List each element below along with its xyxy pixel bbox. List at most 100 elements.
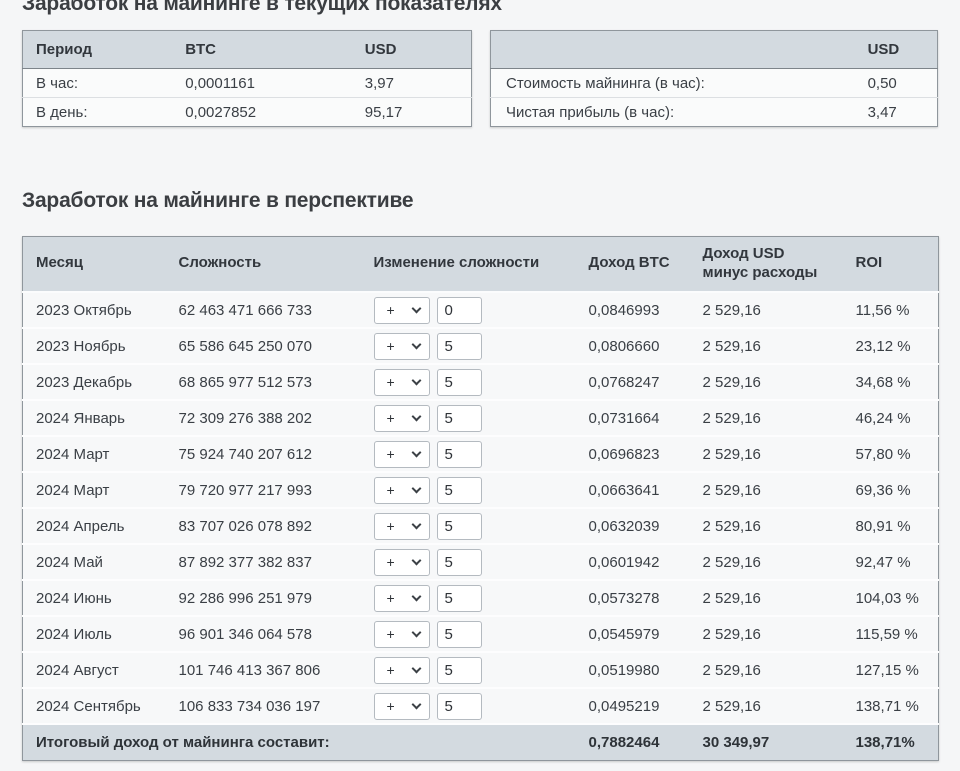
forecast-row: 2024 Август 101 746 413 367 806 + 0,0519…: [23, 652, 939, 688]
difficulty-change-input[interactable]: [437, 369, 482, 396]
difficulty-sign-value: +: [387, 626, 395, 642]
difficulty-change-cell: +: [361, 544, 576, 580]
difficulty-cell: 101 746 413 367 806: [166, 652, 361, 688]
difficulty-sign-select[interactable]: +: [374, 405, 430, 432]
difficulty-sign-value: +: [387, 662, 395, 678]
income-usd-cell: 2 529,16: [690, 328, 843, 364]
difficulty-cell: 87 892 377 382 837: [166, 544, 361, 580]
difficulty-sign-select[interactable]: +: [374, 369, 430, 396]
difficulty-change-input[interactable]: [437, 297, 482, 324]
total-btc: 0,7882464: [576, 724, 690, 760]
difficulty-change-input[interactable]: [437, 585, 482, 612]
difficulty-sign-select[interactable]: +: [374, 441, 430, 468]
difficulty-sign-select[interactable]: +: [374, 693, 430, 720]
difficulty-sign-select[interactable]: +: [374, 477, 430, 504]
income-btc-cell: 0,0632039: [576, 508, 690, 544]
difficulty-sign-select[interactable]: +: [374, 585, 430, 612]
difficulty-sign-value: +: [387, 590, 395, 606]
difficulty-change-input[interactable]: [437, 693, 482, 720]
table-row: Чистая прибыль (в час): 3,47: [491, 98, 938, 127]
difficulty-cell: 62 463 471 666 733: [166, 292, 361, 328]
chevron-down-icon: [411, 520, 421, 530]
difficulty-sign-value: +: [387, 410, 395, 426]
difficulty-cell: 83 707 026 078 892: [166, 508, 361, 544]
col-header-difficulty-change: Изменение сложности: [361, 236, 576, 292]
chevron-down-icon: [411, 448, 421, 458]
col-header-usd: USD: [855, 31, 938, 69]
col-header-usd: USD: [352, 31, 472, 69]
forecast-total-row: Итоговый доход от майнинга составит: 0,7…: [23, 724, 939, 760]
income-btc-cell: 0,0731664: [576, 400, 690, 436]
difficulty-change-cell: +: [361, 472, 576, 508]
chevron-down-icon: [411, 592, 421, 602]
mining-cost-table: USD Стоимость майнинга (в час): 0,50 Чис…: [490, 30, 938, 127]
chevron-down-icon: [411, 700, 421, 710]
month-cell: 2024 Март: [23, 472, 166, 508]
difficulty-cell: 79 720 977 217 993: [166, 472, 361, 508]
month-cell: 2024 Июль: [23, 616, 166, 652]
income-btc-cell: 0,0519980: [576, 652, 690, 688]
difficulty-sign-value: +: [387, 338, 395, 354]
month-cell: 2024 Август: [23, 652, 166, 688]
table-row: В день: 0,0027852 95,17: [23, 98, 472, 127]
chevron-down-icon: [411, 556, 421, 566]
income-btc-cell: 0,0545979: [576, 616, 690, 652]
difficulty-change-input[interactable]: [437, 549, 482, 576]
month-cell: 2023 Ноябрь: [23, 328, 166, 364]
income-btc-cell: 0,0495219: [576, 688, 690, 724]
difficulty-sign-select[interactable]: +: [374, 657, 430, 684]
col-header-period: Период: [23, 31, 173, 69]
difficulty-change-cell: +: [361, 616, 576, 652]
forecast-row: 2024 Июль 96 901 346 064 578 + 0,0545979…: [23, 616, 939, 652]
roi-cell: 57,80 %: [843, 436, 939, 472]
chevron-down-icon: [411, 376, 421, 386]
forecast-row: 2024 Июнь 92 286 996 251 979 + 0,0573278…: [23, 580, 939, 616]
income-usd-cell: 2 529,16: [690, 472, 843, 508]
difficulty-sign-select[interactable]: +: [374, 549, 430, 576]
difficulty-change-cell: +: [361, 328, 576, 364]
income-btc-cell: 0,0573278: [576, 580, 690, 616]
col-header-roi: ROI: [843, 236, 939, 292]
col-header-btc: BTC: [172, 31, 352, 69]
roi-cell: 46,24 %: [843, 400, 939, 436]
income-usd-cell: 2 529,16: [690, 364, 843, 400]
income-btc-cell: 0,0663641: [576, 472, 690, 508]
income-usd-cell: 2 529,16: [690, 580, 843, 616]
chevron-down-icon: [411, 412, 421, 422]
difficulty-change-input[interactable]: [437, 657, 482, 684]
forecast-row: 2024 Март 75 924 740 207 612 + 0,0696823…: [23, 436, 939, 472]
difficulty-sign-select[interactable]: +: [374, 621, 430, 648]
difficulty-change-cell: +: [361, 652, 576, 688]
difficulty-sign-select[interactable]: +: [374, 333, 430, 360]
difficulty-change-input[interactable]: [437, 333, 482, 360]
difficulty-change-input[interactable]: [437, 513, 482, 540]
chevron-down-icon: [411, 484, 421, 494]
difficulty-sign-value: +: [387, 698, 395, 714]
income-usd-cell: 2 529,16: [690, 688, 843, 724]
income-usd-cell: 2 529,16: [690, 508, 843, 544]
col-header-income-btc: Доход BTC: [576, 236, 690, 292]
period-label: В час:: [23, 69, 173, 98]
chevron-down-icon: [411, 304, 421, 314]
income-usd-cell: 2 529,16: [690, 436, 843, 472]
difficulty-change-input[interactable]: [437, 405, 482, 432]
income-usd-cell: 2 529,16: [690, 616, 843, 652]
total-usd: 30 349,97: [690, 724, 843, 760]
btc-value: 0,0001161: [172, 69, 352, 98]
income-usd-cell: 2 529,16: [690, 544, 843, 580]
income-btc-cell: 0,0806660: [576, 328, 690, 364]
difficulty-change-input[interactable]: [437, 441, 482, 468]
roi-cell: 69,36 %: [843, 472, 939, 508]
difficulty-change-input[interactable]: [437, 621, 482, 648]
forecast-row: 2024 Март 79 720 977 217 993 + 0,0663641…: [23, 472, 939, 508]
difficulty-change-cell: +: [361, 364, 576, 400]
chevron-down-icon: [411, 664, 421, 674]
difficulty-change-input[interactable]: [437, 477, 482, 504]
difficulty-cell: 106 833 734 036 197: [166, 688, 361, 724]
difficulty-sign-select[interactable]: +: [374, 513, 430, 540]
difficulty-sign-select[interactable]: +: [374, 297, 430, 324]
difficulty-sign-value: +: [387, 554, 395, 570]
roi-cell: 104,03 %: [843, 580, 939, 616]
col-header-difficulty: Сложность: [166, 236, 361, 292]
usd-value: 3,47: [855, 98, 938, 127]
